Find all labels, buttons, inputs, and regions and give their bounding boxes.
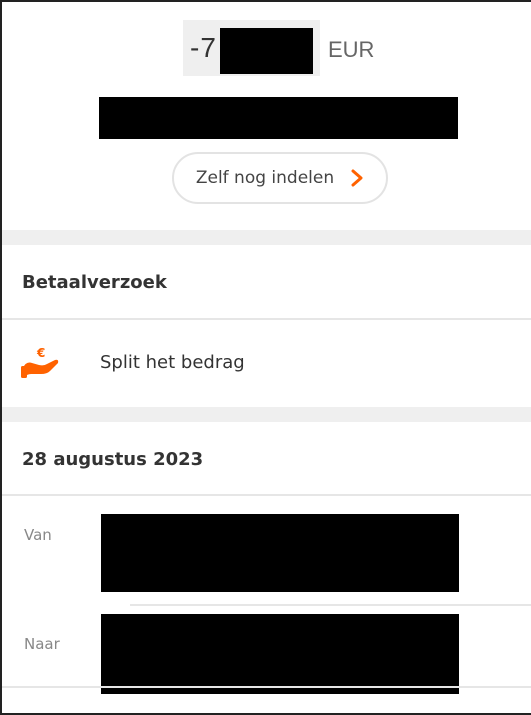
categorize-button-label: Zelf nog indelen xyxy=(195,168,335,188)
amount-redaction xyxy=(220,28,313,74)
counterparty-redaction xyxy=(99,97,458,139)
transaction-date-header: 28 augustus 2023 xyxy=(22,448,204,470)
section-separator xyxy=(2,230,531,245)
chevron-right-icon xyxy=(351,169,363,187)
from-label: Van xyxy=(24,526,52,544)
divider xyxy=(130,604,531,606)
split-amount-item[interactable]: € Split het bedrag xyxy=(2,320,531,407)
divider xyxy=(2,686,531,688)
amount-row: -7 EUR xyxy=(2,20,531,76)
transaction-detail-screen: -7 EUR Zelf nog indelen Betaalverzoek € … xyxy=(0,0,531,715)
from-account-redaction xyxy=(101,514,459,592)
divider xyxy=(2,494,531,496)
svg-text:€: € xyxy=(36,346,45,360)
currency-label: EUR xyxy=(328,37,375,62)
section-separator xyxy=(2,407,531,422)
amount-value: -7 xyxy=(190,32,217,63)
split-amount-label: Split het bedrag xyxy=(100,352,245,373)
to-account-redaction xyxy=(101,614,459,694)
split-payment-icon: € xyxy=(21,346,59,378)
payment-request-header: Betaalverzoek xyxy=(22,271,167,293)
to-label: Naar xyxy=(24,635,60,653)
categorize-button[interactable]: Zelf nog indelen xyxy=(172,152,388,204)
